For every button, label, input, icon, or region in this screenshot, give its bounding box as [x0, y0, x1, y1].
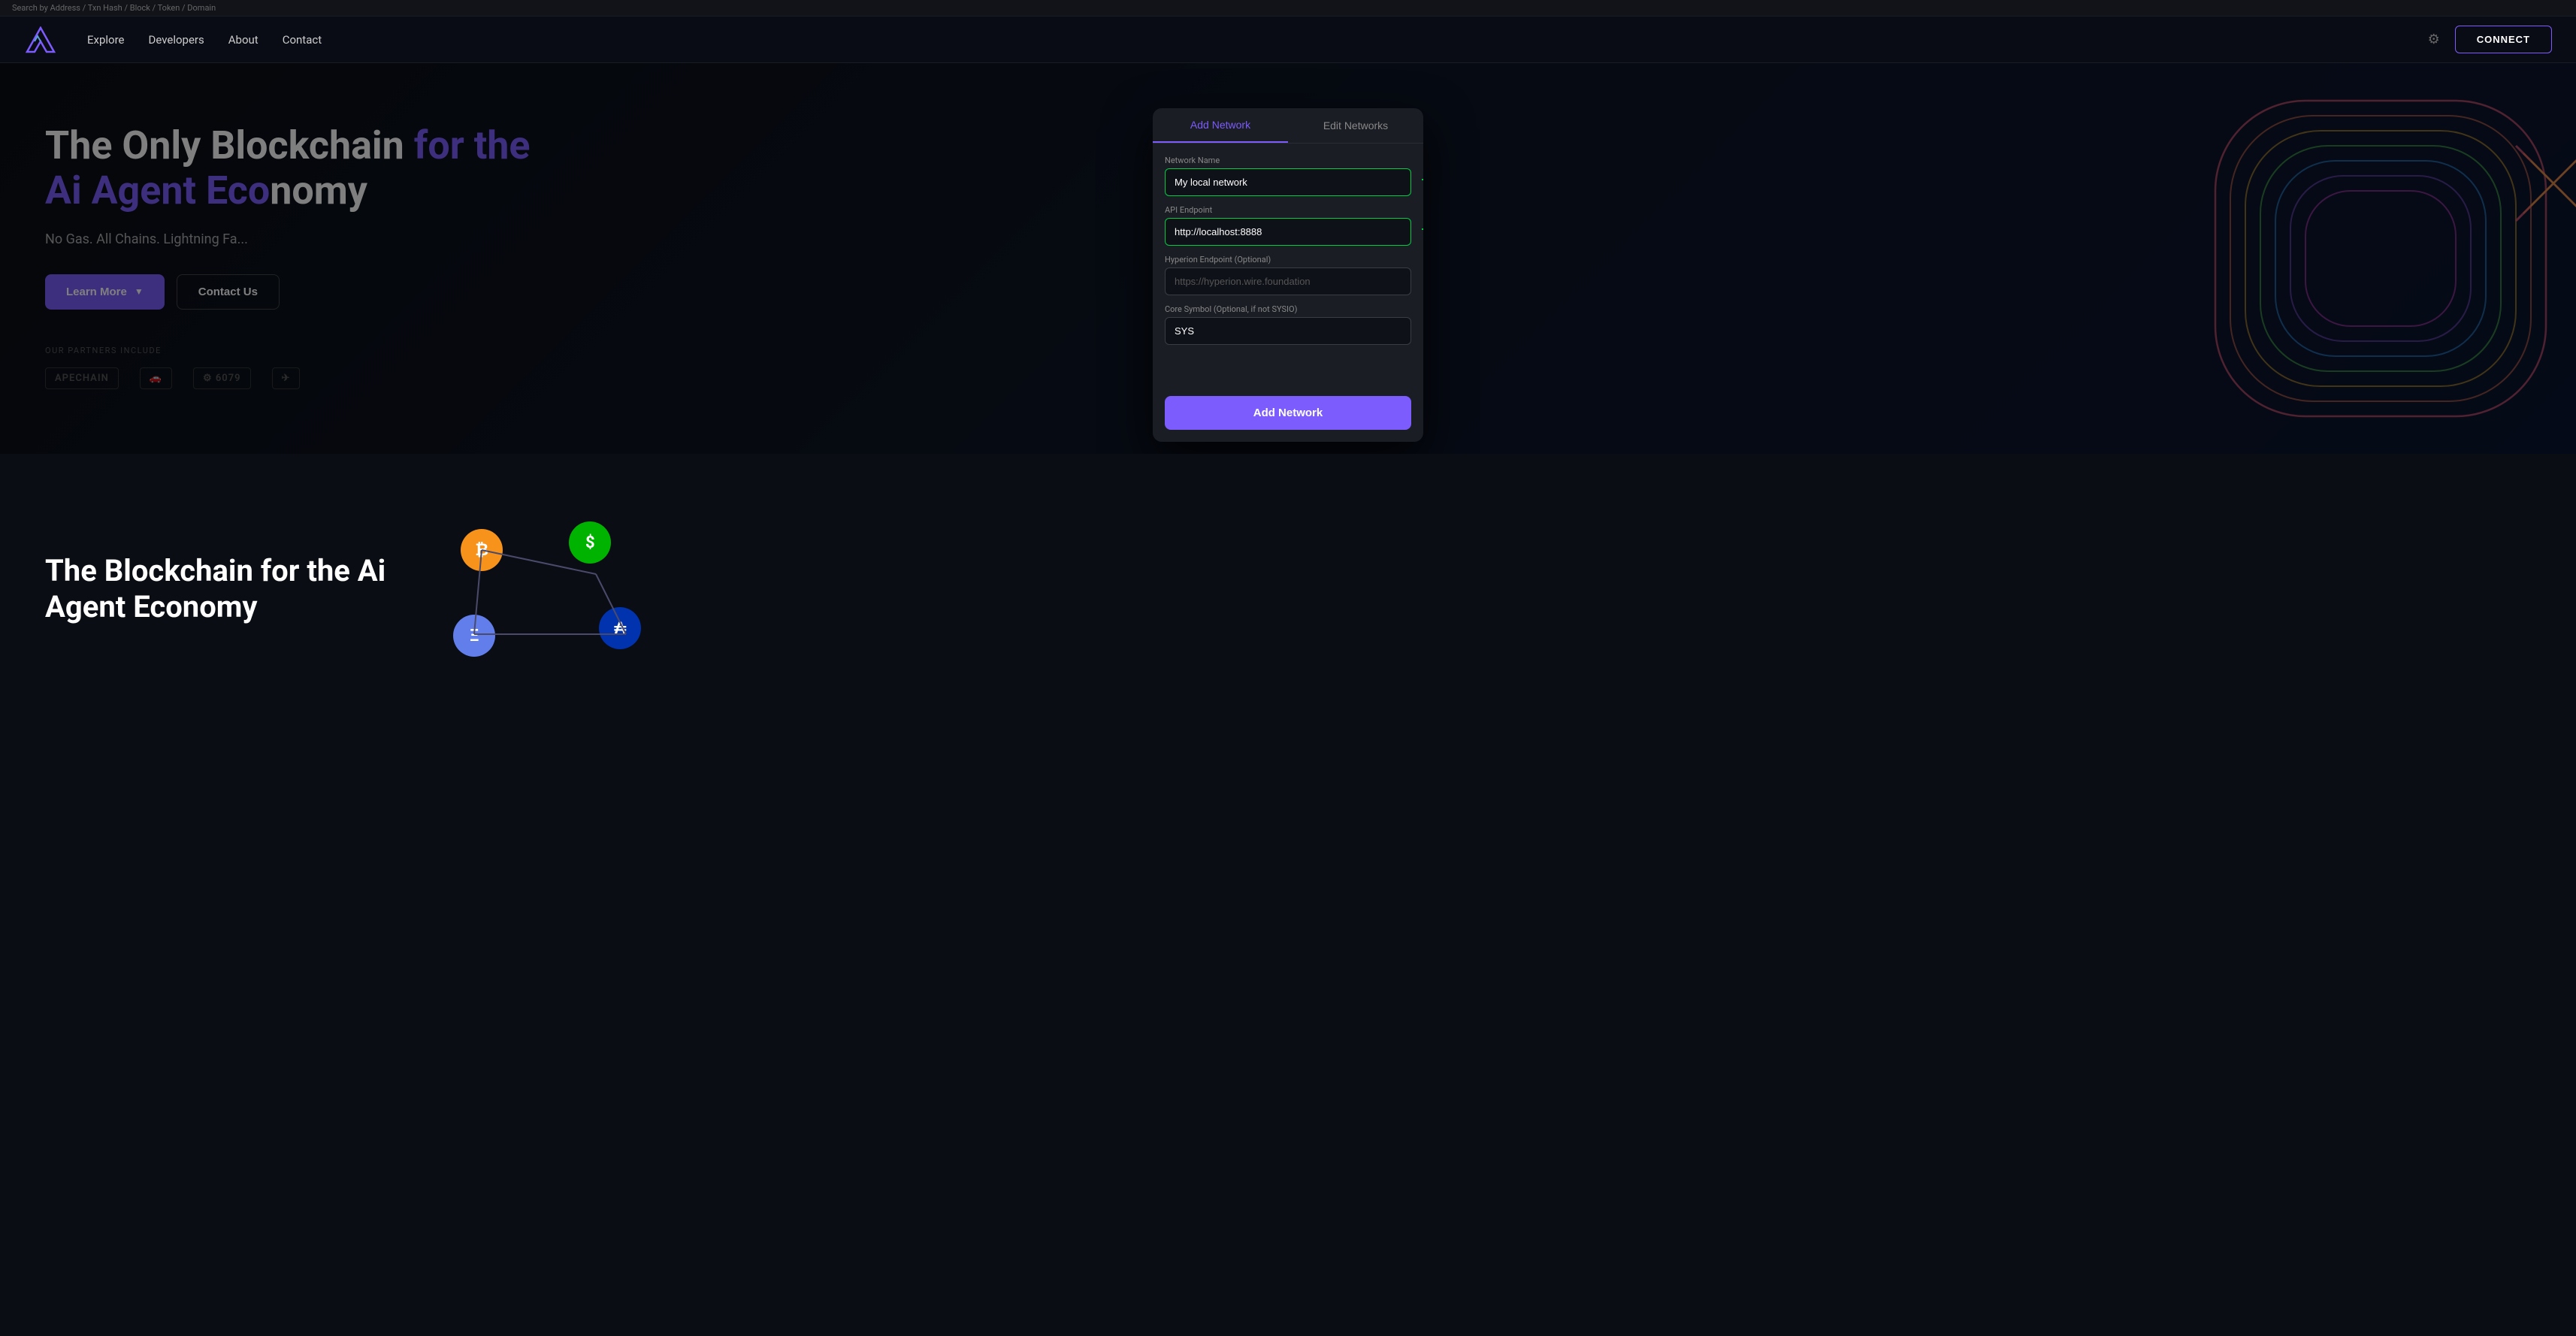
nav-about[interactable]: About [228, 33, 259, 47]
api-endpoint-label: API Endpoint [1165, 205, 1411, 215]
bottom-section: The Blockchain for the Ai Agent Economy … [0, 454, 2576, 724]
core-symbol-group: Core Symbol (Optional, if not SYSIO) [1165, 304, 1411, 345]
hyperion-label: Hyperion Endpoint (Optional) [1165, 255, 1411, 264]
modal-body: Network Name API Endpoint [1153, 144, 1423, 396]
hyperion-input[interactable] [1165, 268, 1411, 295]
connect-button[interactable]: CONNECT [2455, 26, 2552, 53]
arrow-network-name [1422, 176, 1423, 183]
tab-add-network[interactable]: Add Network [1153, 108, 1288, 143]
api-endpoint-input[interactable] [1165, 218, 1411, 246]
nav-left: Explore Developers About Contact [24, 26, 322, 53]
add-network-modal: Add Network Edit Networks Network Name A [1153, 108, 1423, 442]
nav-explore[interactable]: Explore [87, 33, 125, 47]
cardano-icon: ₳ [599, 607, 641, 649]
navbar: Explore Developers About Contact ⚙ CONNE… [0, 17, 2576, 63]
bottom-title: The Blockchain for the Ai Agent Economy [45, 553, 385, 625]
bottom-text: The Blockchain for the Ai Agent Economy [45, 553, 385, 625]
settings-icon[interactable]: ⚙ [2428, 32, 2440, 47]
network-name-group: Network Name [1165, 156, 1411, 196]
nav-links: Explore Developers About Contact [87, 32, 322, 47]
network-name-input[interactable] [1165, 168, 1411, 196]
search-placeholder: Search by Address / Txn Hash / Block / T… [12, 3, 216, 13]
core-symbol-input[interactable] [1165, 317, 1411, 345]
api-endpoint-group: API Endpoint [1165, 205, 1411, 246]
modal-footer: Add Network [1153, 396, 1423, 442]
core-symbol-label: Core Symbol (Optional, if not SYSIO) [1165, 304, 1411, 314]
modal-overlay[interactable]: Add Network Edit Networks Network Name A [0, 63, 2576, 454]
tab-edit-networks[interactable]: Edit Networks [1288, 108, 1423, 143]
add-network-button[interactable]: Add Network [1165, 396, 1411, 430]
ethereum-icon: Ξ [453, 615, 495, 657]
logo[interactable] [24, 26, 57, 53]
arrow-api-endpoint [1422, 225, 1423, 233]
bitcoin-icon: ₿ [461, 529, 503, 571]
nav-contact[interactable]: Contact [283, 33, 322, 47]
nav-developers[interactable]: Developers [149, 33, 204, 47]
bsc-icon: $ [569, 521, 611, 564]
network-name-label: Network Name [1165, 156, 1411, 165]
modal-tabs: Add Network Edit Networks [1153, 108, 1423, 144]
search-bar[interactable]: Search by Address / Txn Hash / Block / T… [0, 0, 2576, 17]
hero-section: The Only Blockchain for the Ai Agent Eco… [0, 63, 2576, 454]
crypto-icons: ₿ $ Ξ ₳ [446, 514, 656, 664]
modal-spacer [1165, 354, 1411, 384]
hyperion-group: Hyperion Endpoint (Optional) [1165, 255, 1411, 295]
